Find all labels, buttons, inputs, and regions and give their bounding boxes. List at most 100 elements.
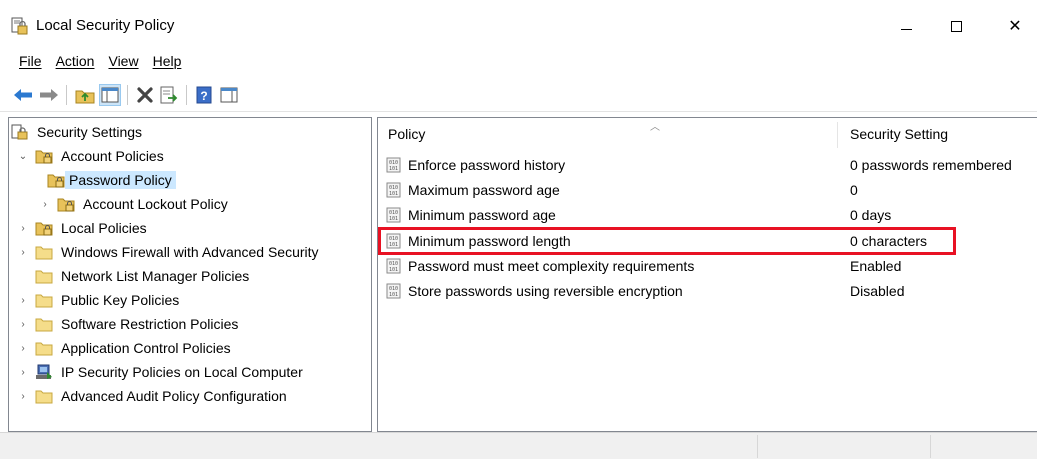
chevron-right-icon[interactable]: › [17, 390, 29, 402]
policy-value: Disabled [850, 282, 905, 299]
minimize-icon [900, 28, 912, 30]
policy-name: Minimum password length [408, 232, 571, 249]
policy-row-minimum-password-length[interactable]: 010 101 Minimum password length 0 charact… [386, 228, 1036, 253]
chevron-right-icon[interactable]: › [17, 294, 29, 306]
svg-text:?: ? [200, 89, 207, 103]
tree-item-account-lockout-policy[interactable]: › Account Lockout Policy [39, 193, 228, 215]
folder-icon [35, 318, 53, 332]
policy-row-password-complexity[interactable]: 010 101 Password must meet complexity req… [386, 253, 1036, 278]
policy-value: 0 characters [850, 232, 928, 249]
tree-label: Software Restriction Policies [61, 316, 239, 332]
minimize-button[interactable] [883, 8, 929, 44]
forward-button[interactable] [38, 84, 60, 106]
chevron-right-icon[interactable]: › [17, 246, 29, 258]
policy-row-minimum-password-age[interactable]: 010 101 Minimum password age 0 days [386, 202, 1036, 227]
window-title: Local Security Policy [36, 17, 175, 34]
svg-text:101: 101 [389, 191, 398, 197]
folder-icon [35, 342, 53, 356]
policy-setting-icon: 010101 [386, 283, 401, 298]
svg-text:101: 101 [389, 216, 398, 222]
folder-icon [35, 270, 53, 284]
tree-label: Password Policy [65, 171, 176, 189]
local-security-policy-icon [11, 17, 28, 35]
policy-value: 0 days [850, 206, 892, 223]
tree-label: Windows Firewall with Advanced Security [61, 244, 319, 260]
sort-ascending-icon: ︿ [650, 122, 660, 133]
policy-setting-icon: 010101 [386, 207, 401, 222]
tree-item-public-key-policies[interactable]: › Public Key Policies [17, 289, 179, 311]
policy-name: Maximum password age [408, 181, 560, 198]
chevron-right-icon[interactable]: › [17, 222, 29, 234]
status-bar-divider [930, 435, 931, 458]
locked-folder-icon [47, 174, 65, 188]
console-tree[interactable]: Security Settings ⌄ Account Policies Pas… [8, 117, 372, 432]
svg-text:101: 101 [389, 267, 398, 273]
locked-folder-icon [35, 150, 53, 164]
policy-value: Enabled [850, 257, 902, 274]
tree-label: Public Key Policies [61, 292, 180, 308]
tree-item-ip-security[interactable]: › IP Security Policies on Local Computer [17, 361, 302, 383]
chevron-right-icon[interactable]: › [17, 318, 29, 330]
tree-item-password-policy[interactable]: Password Policy [47, 169, 176, 191]
folder-icon [35, 390, 53, 404]
policy-row-maximum-password-age[interactable]: 010 101 Maximum password age 0 [386, 177, 1036, 202]
action-pane-icon [220, 87, 238, 103]
help-icon: ? [196, 86, 212, 104]
toolbar: ? [0, 78, 1037, 112]
status-bar [0, 432, 1037, 459]
menu-view[interactable]: View [101, 52, 145, 74]
forward-arrow-icon [40, 89, 58, 101]
policy-list[interactable]: ︿ Policy Security Setting 010 101 Enforce… [377, 117, 1037, 432]
menu-action[interactable]: Action [49, 52, 102, 74]
up-one-level-button[interactable] [74, 84, 96, 106]
toolbar-separator [127, 85, 128, 105]
title-bar: Local Security Policy ✕ [0, 0, 1037, 52]
toolbar-separator [186, 85, 187, 105]
chevron-down-icon[interactable]: ⌄ [17, 150, 29, 162]
show-hide-action-pane-button[interactable] [218, 84, 240, 106]
policy-name: Enforce password history [408, 156, 566, 173]
tree-item-account-policies[interactable]: ⌄ Account Policies [17, 145, 164, 167]
tree-item-software-restriction[interactable]: › Software Restriction Policies [17, 313, 238, 335]
policy-row-enforce-password-history[interactable]: 010 101 Enforce password history 0 passwo… [386, 152, 1036, 177]
delete-button[interactable] [134, 84, 156, 106]
policy-setting-icon: 010101 [386, 233, 401, 248]
svg-text:101: 101 [389, 242, 398, 248]
tree-item-local-policies[interactable]: › Local Policies [17, 217, 146, 239]
chevron-right-icon[interactable]: › [39, 198, 51, 210]
export-list-icon [160, 86, 178, 104]
tree-item-windows-firewall[interactable]: › Windows Firewall with Advanced Securit… [17, 241, 319, 263]
back-button[interactable] [12, 84, 34, 106]
chevron-right-icon[interactable]: › [17, 366, 29, 378]
tree-label: Network List Manager Policies [61, 268, 250, 284]
back-arrow-icon [14, 89, 32, 101]
tree-item-network-list-manager[interactable]: Network List Manager Policies [35, 265, 249, 287]
column-header-security-setting[interactable]: Security Setting [850, 118, 948, 150]
tree-label: Account Lockout Policy [83, 196, 228, 212]
tree-item-application-control[interactable]: › Application Control Policies [17, 337, 230, 359]
close-button[interactable]: ✕ [992, 8, 1037, 44]
show-hide-console-tree-button[interactable] [99, 84, 121, 106]
menu-file[interactable]: File [12, 52, 49, 74]
chevron-right-icon[interactable]: › [17, 342, 29, 354]
status-bar-divider [757, 435, 758, 458]
policy-value: 0 passwords remembered [850, 156, 1012, 173]
svg-text:101: 101 [389, 292, 398, 298]
policy-row-reversible-encryption[interactable]: 010 101 Store passwords using reversible … [386, 278, 1036, 303]
toolbar-separator [66, 85, 67, 105]
svg-text:101: 101 [389, 166, 398, 172]
folder-up-icon [75, 90, 95, 104]
column-header-policy[interactable]: Policy [388, 118, 425, 150]
menu-help[interactable]: Help [146, 52, 189, 74]
console-tree-icon [101, 87, 119, 103]
help-button[interactable]: ? [193, 84, 215, 106]
close-icon: ✕ [1008, 18, 1022, 35]
maximize-button[interactable] [933, 8, 979, 44]
folder-icon [35, 246, 53, 260]
maximize-icon [950, 20, 962, 32]
tree-root-security-settings[interactable]: Security Settings [11, 121, 142, 143]
tree-item-advanced-audit[interactable]: › Advanced Audit Policy Configuration [17, 385, 286, 407]
column-divider[interactable] [837, 122, 838, 148]
policy-value: 0 [850, 181, 858, 198]
export-list-button[interactable] [158, 84, 180, 106]
